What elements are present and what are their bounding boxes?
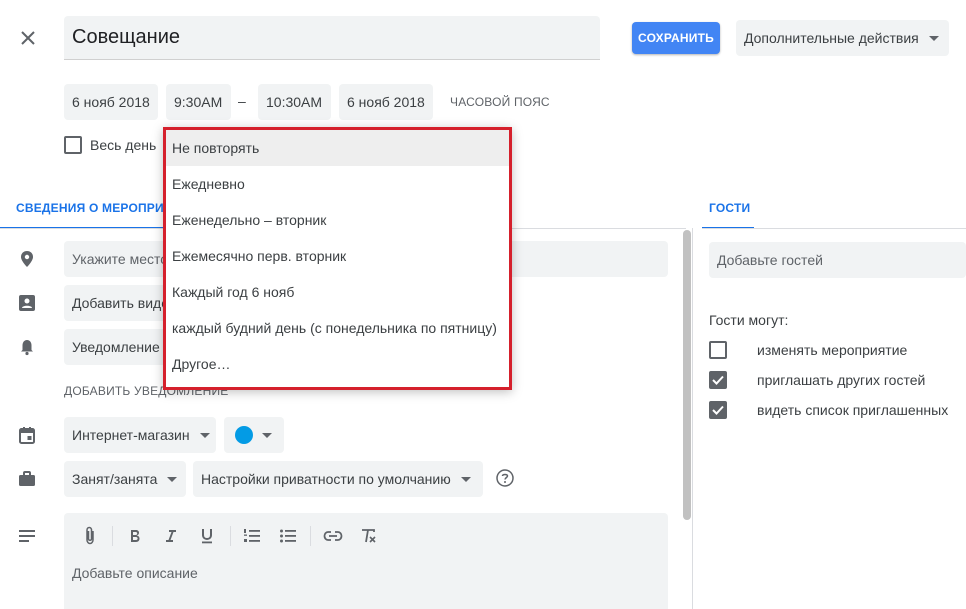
title-input[interactable]: Совещание xyxy=(64,16,600,60)
check-icon xyxy=(712,405,724,415)
guest-permission-checkbox[interactable] xyxy=(709,401,727,419)
end-date-field[interactable]: 6 нояб 2018 xyxy=(339,84,433,120)
time-separator: – xyxy=(238,93,246,109)
chevron-down-icon xyxy=(167,476,178,482)
availability-label: Занят/занята xyxy=(72,471,158,487)
repeat-option[interactable]: Другое… xyxy=(166,346,509,382)
toolbar-separator xyxy=(230,526,231,546)
chevron-down-icon xyxy=(460,476,471,482)
bell-icon xyxy=(16,336,38,358)
calendar-icon xyxy=(16,424,38,446)
availability-select[interactable]: Занят/занята xyxy=(64,461,186,497)
numbered-list-icon[interactable] xyxy=(241,525,263,547)
add-guests-input[interactable]: Добавьте гостей xyxy=(709,242,966,278)
end-time-field[interactable]: 10:30AM xyxy=(258,84,331,120)
location-icon xyxy=(16,248,38,270)
tab-guests[interactable]: ГОСТИ xyxy=(709,201,750,215)
save-button[interactable]: СОХРАНИТЬ xyxy=(632,22,720,54)
help-icon[interactable] xyxy=(495,468,515,488)
guest-permission-label: изменять мероприятие xyxy=(757,342,908,358)
calendar-select[interactable]: Интернет-магазин xyxy=(64,417,216,453)
panel-divider xyxy=(692,228,693,609)
link-icon[interactable] xyxy=(322,525,344,547)
guest-permission-label: приглашать других гостей xyxy=(757,372,926,388)
underline-icon[interactable] xyxy=(196,525,218,547)
repeat-option[interactable]: Каждый год 6 нояб xyxy=(166,274,509,310)
all-day-checkbox[interactable] xyxy=(64,136,82,154)
tab-event-details[interactable]: СВЕДЕНИЯ О МЕРОПРИЯТИИ xyxy=(16,201,166,215)
toolbar-separator xyxy=(310,526,311,546)
event-color-select[interactable] xyxy=(224,417,284,453)
guests-tab-divider xyxy=(702,228,966,229)
guest-permission-checkbox[interactable] xyxy=(709,341,727,359)
start-time-field[interactable]: 9:30AM xyxy=(166,84,231,120)
repeat-option[interactable]: Еженедельно – вторник xyxy=(166,202,509,238)
chevron-down-icon xyxy=(199,432,210,438)
more-actions-label: Дополнительные действия xyxy=(744,30,919,46)
guest-permission-checkbox[interactable] xyxy=(709,371,727,389)
more-actions-dropdown[interactable]: Дополнительные действия xyxy=(736,20,949,56)
description-icon xyxy=(16,525,38,547)
start-date-field[interactable]: 6 нояб 2018 xyxy=(64,84,158,120)
repeat-option[interactable]: Ежемесячно перв. вторник xyxy=(166,238,509,274)
title-text: Совещание xyxy=(72,26,181,48)
attachment-icon[interactable] xyxy=(79,525,101,547)
calendar-select-label: Интернет-магазин xyxy=(72,427,190,443)
toolbar-separator xyxy=(112,526,113,546)
details-scrollbar[interactable] xyxy=(683,230,691,520)
italic-icon[interactable] xyxy=(160,525,182,547)
bold-icon[interactable] xyxy=(124,525,146,547)
repeat-option[interactable]: Не повторять xyxy=(166,130,509,166)
repeat-dropdown-menu: Не повторять Ежедневно Еженедельно – вторн… xyxy=(163,127,512,390)
chevron-down-icon xyxy=(928,35,939,41)
clear-formatting-icon[interactable] xyxy=(357,525,379,547)
description-editor[interactable]: Добавьте описание xyxy=(64,513,668,609)
timezone-link[interactable]: ЧАСОВОЙ ПОЯС xyxy=(450,95,550,109)
bulleted-list-icon[interactable] xyxy=(277,525,299,547)
description-placeholder: Добавьте описание xyxy=(72,565,198,581)
privacy-label: Настройки приватности по умолчанию xyxy=(201,471,451,487)
all-day-label: Весь день xyxy=(90,137,157,153)
guest-permissions-title: Гости могут: xyxy=(709,312,789,328)
repeat-option[interactable]: каждый будний день (с понедельника по пя… xyxy=(166,310,509,346)
video-conference-icon xyxy=(16,292,38,314)
briefcase-icon xyxy=(16,468,38,490)
guest-permission-label: видеть список приглашенных xyxy=(757,402,949,418)
close-icon[interactable] xyxy=(14,24,42,52)
check-icon xyxy=(712,375,724,385)
chevron-down-icon xyxy=(262,432,272,438)
color-swatch xyxy=(235,426,253,444)
privacy-select[interactable]: Настройки приватности по умолчанию xyxy=(193,461,483,497)
repeat-option[interactable]: Ежедневно xyxy=(166,166,509,202)
